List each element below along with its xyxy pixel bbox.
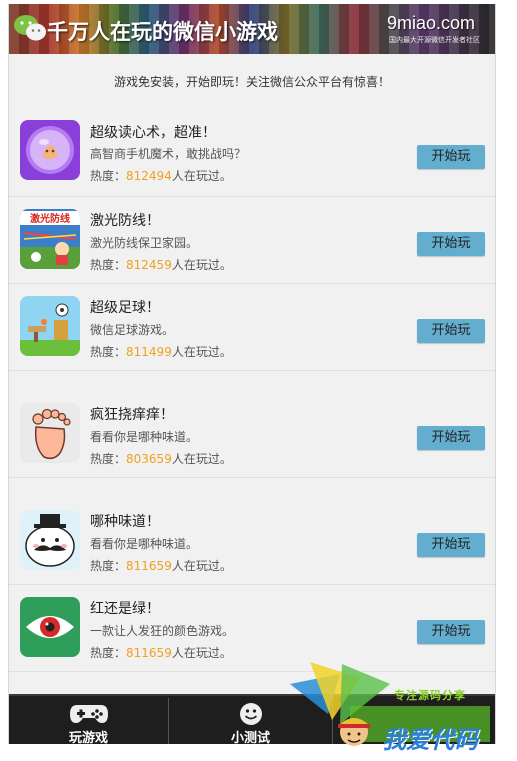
heat-suffix: 人在玩过。 xyxy=(171,452,232,466)
crystal-ball-icon[interactable] xyxy=(20,120,80,180)
game-title[interactable]: 激光防线！ xyxy=(90,210,160,230)
tab-label: 玩游戏 xyxy=(68,731,108,744)
heat-count: 803659 xyxy=(126,452,172,466)
soccer-icon[interactable] xyxy=(20,296,80,356)
heat-label: 热度： xyxy=(90,169,127,183)
wechat-icon xyxy=(14,15,46,41)
heat-label: 热度： xyxy=(90,559,127,573)
heat-label: 热度： xyxy=(90,646,127,660)
game-description: 微信足球游戏。 xyxy=(90,323,175,337)
start-play-button[interactable]: 开始玩 xyxy=(417,620,485,644)
game-title[interactable]: 超级足球！ xyxy=(90,297,160,317)
game-description: 一款让人发狂的颜色游戏。 xyxy=(90,624,235,638)
list-item[interactable]: 疯狂挠痒痒！ 看看你是哪种味道。 热度：803659人在玩过。 开始玩 xyxy=(9,371,495,478)
eye-icon[interactable] xyxy=(20,597,80,657)
list-item[interactable]: 哪种味道！ 看看你是哪种味道。 热度：811659人在玩过。 开始玩 xyxy=(9,478,495,585)
mustache-face-icon[interactable] xyxy=(20,510,80,570)
tab-play-games[interactable]: 玩游戏 xyxy=(9,696,168,744)
banner-title: 千万人在玩的微信小游戏 xyxy=(47,20,278,44)
heat-count: 811499 xyxy=(126,345,172,359)
game-heat: 热度：811659人在玩过。 xyxy=(90,557,232,574)
app-frame: 千万人在玩的微信小游戏 9miao.com 国内最大开源微信开发者社区 游戏免安… xyxy=(8,4,496,744)
game-heat: 热度：803659人在玩过。 xyxy=(90,450,232,467)
game-heat: 热度：811659人在玩过。 xyxy=(90,644,232,661)
smiley-icon xyxy=(239,703,262,725)
game-title[interactable]: 疯狂挠痒痒！ xyxy=(90,404,174,424)
start-play-button[interactable]: 开始玩 xyxy=(417,533,485,557)
game-title[interactable]: 超级读心术，超准！ xyxy=(90,122,216,142)
heat-count: 811659 xyxy=(126,559,172,573)
game-title[interactable]: 红还是绿！ xyxy=(90,598,160,618)
heat-suffix: 人在玩过。 xyxy=(171,169,232,183)
start-play-button[interactable]: 开始玩 xyxy=(417,232,485,256)
game-title[interactable]: 哪种味道！ xyxy=(90,511,160,531)
heat-count: 812494 xyxy=(126,169,172,183)
heat-count: 812459 xyxy=(126,258,172,272)
game-heat: 热度：811499人在玩过。 xyxy=(90,343,232,360)
site-tagline: 国内最大开源微信开发者社区 xyxy=(389,36,480,44)
game-list: 超级读心术，超准！ 高智商手机魔术，敢挑战吗？ 热度：812494人在玩过。 开… xyxy=(9,110,495,672)
start-play-button[interactable]: 开始玩 xyxy=(417,319,485,343)
watermark-brand: 我爱代码 xyxy=(382,726,478,754)
foot-icon[interactable] xyxy=(20,403,80,463)
game-description: 看看你是哪种味道。 xyxy=(90,537,199,551)
heat-suffix: 人在玩过。 xyxy=(171,258,232,272)
heat-count: 811659 xyxy=(126,646,172,660)
heat-suffix: 人在玩过。 xyxy=(171,646,232,660)
laser-defense-icon[interactable]: 激光防线 xyxy=(20,209,80,269)
list-item[interactable]: 超级读心术，超准！ 高智商手机魔术，敢挑战吗？ 热度：812494人在玩过。 开… xyxy=(9,110,495,197)
notice-text: 游戏免安装，开始即玩！关注微信公众平台有惊喜！ xyxy=(113,75,390,89)
game-description: 高智商手机魔术，敢挑战吗？ xyxy=(90,147,247,161)
heat-label: 热度： xyxy=(90,258,127,272)
list-item[interactable]: 超级足球！ 微信足球游戏。 热度：811499人在玩过。 开始玩 xyxy=(9,284,495,371)
watermark-tagline: 专注源码分享 xyxy=(394,689,466,702)
gamepad-icon xyxy=(69,705,108,723)
game-description: 激光防线保卫家园。 xyxy=(90,236,199,250)
icon-caption: 激光防线 xyxy=(30,212,70,225)
list-item[interactable]: 激光防线 激光防线！ 激光防线保卫家园。 热度：812459人在玩过。 开始玩 xyxy=(9,197,495,284)
site-logo[interactable]: 9miao.com xyxy=(387,13,475,34)
heat-label: 热度： xyxy=(90,345,127,359)
start-play-button[interactable]: 开始玩 xyxy=(417,426,485,450)
header-banner: 千万人在玩的微信小游戏 9miao.com 国内最大开源微信开发者社区 xyxy=(9,4,495,54)
heat-suffix: 人在玩过。 xyxy=(171,345,232,359)
game-heat: 热度：812459人在玩过。 xyxy=(90,256,232,273)
game-heat: 热度：812494人在玩过。 xyxy=(90,167,232,184)
heat-suffix: 人在玩过。 xyxy=(171,559,232,573)
heat-label: 热度： xyxy=(90,452,127,466)
start-play-button[interactable]: 开始玩 xyxy=(417,145,485,169)
game-description: 看看你是哪种味道。 xyxy=(90,430,199,444)
